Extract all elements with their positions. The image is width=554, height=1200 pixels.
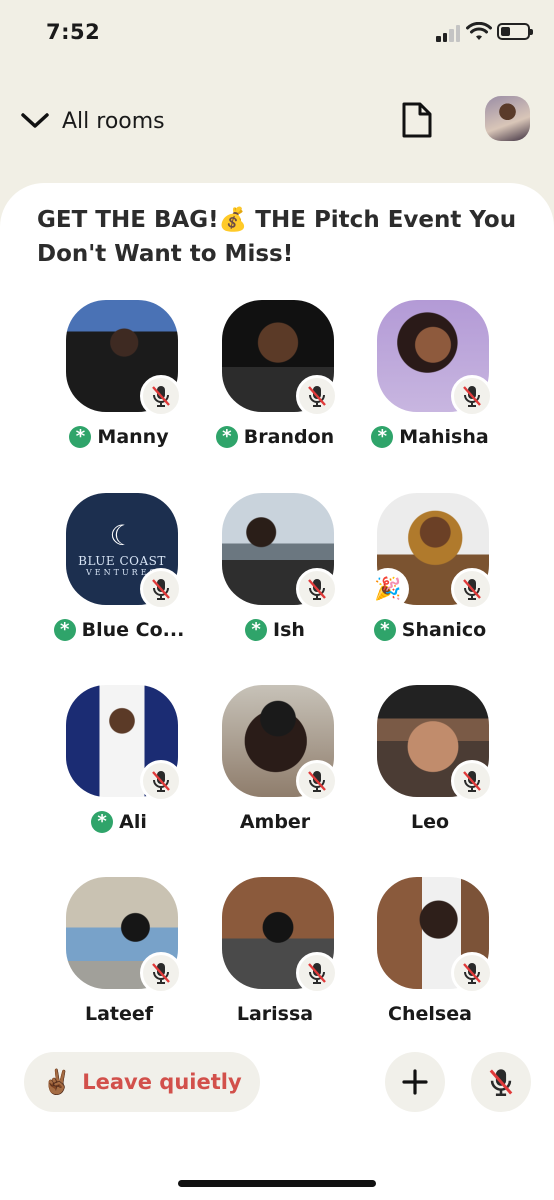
speaker-name: * Mahisha — [355, 426, 505, 448]
top-nav: All rooms — [0, 96, 554, 146]
speaker-tile[interactable]: * Ish — [210, 493, 340, 653]
leave-quietly-button[interactable]: ✌🏾 Leave quietly — [24, 1052, 260, 1112]
moon-icon: ☾ — [109, 518, 135, 552]
all-rooms-label: All rooms — [62, 108, 165, 134]
speaker-name: * Blue Co... — [44, 619, 194, 641]
moderator-star-icon: * — [215, 426, 238, 448]
muted-mic-badge — [140, 760, 182, 802]
mic-muted-icon — [152, 963, 170, 984]
home-indicator[interactable] — [178, 1180, 376, 1187]
mic-muted-icon — [152, 579, 170, 600]
mic-muted-icon — [152, 386, 170, 407]
mic-muted-icon — [463, 771, 481, 792]
speaker-name: * Brandon — [200, 426, 350, 448]
wifi-icon — [466, 22, 492, 40]
speaker-tile[interactable]: 🎉 * Shanico — [365, 493, 495, 653]
muted-mic-badge — [140, 568, 182, 610]
mic-toggle-button[interactable] — [471, 1052, 531, 1112]
muted-mic-badge — [451, 760, 493, 802]
speaker-name: * Shanico — [355, 619, 505, 641]
muted-mic-badge — [451, 568, 493, 610]
mic-muted-icon — [308, 386, 326, 407]
muted-mic-badge — [296, 375, 338, 417]
speaker-name: * Manny — [44, 426, 194, 448]
moderator-star-icon: * — [373, 619, 396, 641]
speaker-tile[interactable]: * Mahisha — [365, 300, 495, 460]
party-popper-icon: 🎉 — [367, 568, 409, 610]
moderator-star-icon: * — [245, 619, 268, 641]
speaker-tile[interactable]: Amber — [210, 685, 340, 845]
status-bar: 7:52 — [0, 0, 554, 70]
cellular-signal-icon — [436, 24, 462, 42]
plus-icon — [402, 1069, 428, 1095]
speaker-name: * Ali — [44, 811, 194, 833]
muted-mic-badge — [451, 952, 493, 994]
muted-mic-badge — [451, 375, 493, 417]
room-title: GET THE BAG!💰 THE Pitch Event You Don't … — [37, 207, 517, 267]
document-icon[interactable] — [400, 100, 434, 140]
moderator-star-icon: * — [69, 426, 92, 448]
muted-mic-badge — [140, 952, 182, 994]
speaker-tile[interactable]: * Brandon — [210, 300, 340, 460]
speaker-tile[interactable]: Leo — [365, 685, 495, 845]
battery-icon — [497, 23, 533, 40]
speaker-name: Leo — [410, 811, 450, 833]
mic-muted-icon — [463, 963, 481, 984]
muted-mic-badge — [296, 952, 338, 994]
mic-muted-icon — [308, 963, 326, 984]
speaker-name: Lateef — [84, 1003, 154, 1025]
peace-hand-icon: ✌🏾 — [42, 1068, 73, 1096]
mic-muted-icon — [489, 1069, 513, 1096]
moderator-star-icon: * — [91, 811, 114, 833]
speaker-name: * Ish — [200, 619, 350, 641]
mic-muted-icon — [308, 579, 326, 600]
mic-muted-icon — [152, 771, 170, 792]
moderator-star-icon: * — [371, 426, 394, 448]
speaker-tile[interactable]: Larissa — [210, 877, 340, 1037]
add-button[interactable] — [385, 1052, 445, 1112]
mic-muted-icon — [463, 386, 481, 407]
speaker-tile[interactable]: ☾ BLUE COAST VENTURES * Blue Co... — [53, 493, 184, 653]
speaker-tile[interactable]: * Ali — [54, 685, 184, 845]
mic-muted-icon — [463, 579, 481, 600]
speaker-name: Larissa — [236, 1003, 314, 1025]
speaker-name: Chelsea — [388, 1003, 472, 1025]
mic-muted-icon — [308, 771, 326, 792]
muted-mic-badge — [140, 375, 182, 417]
room-panel: GET THE BAG!💰 THE Pitch Event You Don't … — [0, 183, 554, 1200]
all-rooms-button[interactable]: All rooms — [20, 104, 165, 138]
speaker-tile[interactable]: * Manny — [54, 300, 184, 460]
speaker-tile[interactable]: Lateef — [54, 877, 184, 1037]
moderator-star-icon: * — [53, 619, 76, 641]
profile-avatar[interactable] — [485, 96, 530, 141]
muted-mic-badge — [296, 760, 338, 802]
muted-mic-badge — [296, 568, 338, 610]
leave-quietly-label: Leave quietly — [82, 1070, 242, 1094]
status-time: 7:52 — [46, 20, 101, 44]
speaker-name: Amber — [239, 811, 311, 833]
chevron-down-icon — [21, 113, 49, 128]
speaker-tile[interactable]: Chelsea — [365, 877, 495, 1037]
